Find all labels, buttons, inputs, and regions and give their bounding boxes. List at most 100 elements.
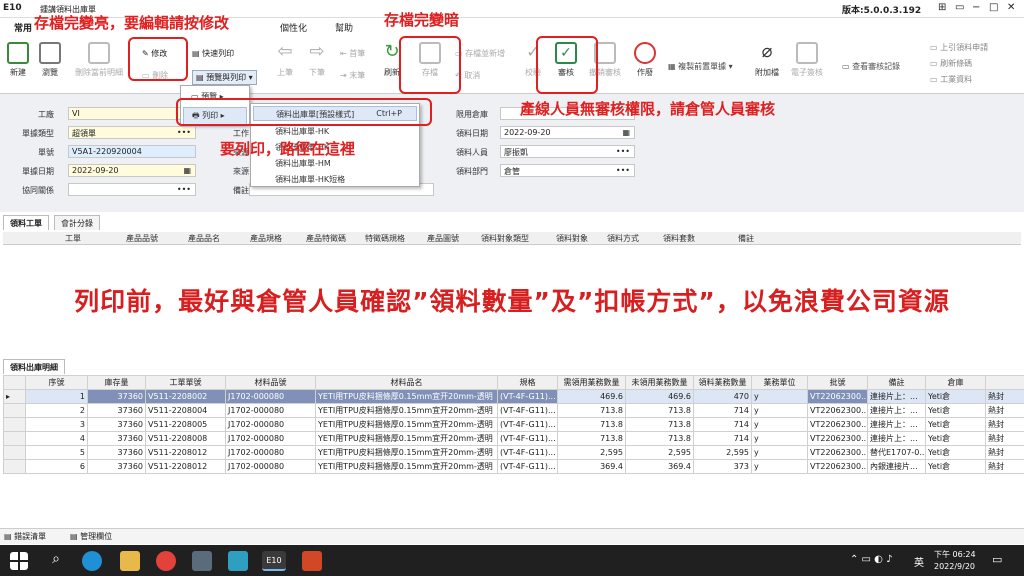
edge-icon[interactable] (82, 551, 102, 571)
table-cell[interactable]: VT22062300... (807, 445, 868, 460)
upper-request-button[interactable]: ▭ 上引領料申請 (930, 42, 988, 53)
table-cell[interactable]: YETI用TPU皮料捆條厚0.15mm宜开20mm-透明 (315, 417, 498, 432)
table-cell[interactable]: y (751, 389, 808, 404)
table-cell[interactable]: 469.6 (557, 389, 626, 404)
calculator-icon[interactable] (192, 551, 212, 571)
last-button[interactable]: ⇥ 末筆 (340, 70, 365, 81)
table-cell[interactable]: 714 (693, 403, 752, 418)
table-cell[interactable]: 713.8 (557, 417, 626, 432)
table-cell[interactable]: 714 (693, 431, 752, 446)
table-cell[interactable]: 熱封 (985, 389, 1024, 404)
col-header[interactable]: 備註 (867, 375, 926, 390)
table-cell[interactable]: 2 (25, 403, 88, 418)
table-row[interactable]: 3 37360 V511-2208005 J1702-000080 YETI用TPU皮料… (3, 417, 1024, 432)
table-cell[interactable]: 2,595 (557, 445, 626, 460)
first-button[interactable]: ⇤ 首筆 (340, 48, 365, 59)
tab-help[interactable]: 幫助 (335, 21, 353, 34)
table-cell[interactable]: J1702-000080 (225, 403, 316, 418)
dept-field[interactable]: 倉管 ••• (500, 164, 635, 177)
table-cell[interactable]: V511-2208012 (145, 459, 226, 474)
tray-icons[interactable]: ⌃ ▭ ◐ ♪ (850, 554, 892, 565)
col-header[interactable]: 序號 (25, 375, 88, 390)
col-header[interactable]: 材料品名 (315, 375, 498, 390)
table-cell[interactable]: VT22062300... (807, 403, 868, 418)
col-header[interactable]: 未領用業務數量 (625, 375, 694, 390)
table-cell[interactable]: 4 (25, 431, 88, 446)
table-cell[interactable]: J1702-000080 (225, 459, 316, 474)
row-indicator[interactable] (3, 403, 26, 418)
table-cell[interactable]: Yeti倉 (925, 389, 986, 404)
table-cell[interactable]: V511-2208008 (145, 431, 226, 446)
table-cell[interactable]: 熱封 (985, 417, 1024, 432)
table-cell[interactable]: VT22062300... (807, 431, 868, 446)
table-row[interactable]: 6 37360 V511-2208012 J1702-000080 YETI用TPU皮料… (3, 459, 1024, 474)
table-cell[interactable]: 470 (693, 389, 752, 404)
col-header[interactable]: 工單單號 (145, 375, 226, 390)
table-cell[interactable]: 373 (693, 459, 752, 474)
restore-icon[interactable]: ⊞ (938, 2, 946, 13)
table-cell[interactable]: 連接片上：... (867, 417, 926, 432)
table-cell[interactable]: 37360 (87, 389, 146, 404)
attachment-button[interactable]: ⌀ 附加檔 (752, 42, 782, 78)
docno-field[interactable]: V5A1-220920004 (68, 145, 196, 158)
table-cell[interactable]: VT22062300... (807, 417, 868, 432)
col-header[interactable]: 備註 (738, 233, 754, 244)
table-cell[interactable]: (VT-4F-G11)... (497, 417, 558, 432)
table-cell[interactable]: 6 (25, 459, 88, 474)
table-cell[interactable]: 713.8 (625, 403, 694, 418)
row-indicator[interactable] (3, 417, 26, 432)
lookup-icon[interactable]: ••• (177, 185, 191, 194)
new-button[interactable]: 新建 (5, 42, 31, 78)
table-cell[interactable]: (VT-4F-G11)... (497, 445, 558, 460)
minimize-icon[interactable]: − (972, 2, 980, 13)
table-cell[interactable]: 713.8 (625, 417, 694, 432)
table-cell[interactable]: YETI用TPU皮料捆條厚0.15mm宜开20mm-透明 (315, 445, 498, 460)
col-header[interactable]: 工單 (65, 233, 81, 244)
table-cell[interactable]: J1702-000080 (225, 417, 316, 432)
next-button[interactable]: ⇨ 下筆 (304, 42, 330, 78)
col-header[interactable]: 領料對象類型 (481, 233, 529, 244)
col-header[interactable]: 庫存量 (87, 375, 146, 390)
print-option-hm[interactable]: 領料出庫單-HM (275, 158, 331, 169)
folder-icon[interactable] (120, 551, 140, 571)
maximize-icon[interactable]: □ (989, 2, 998, 13)
browse-button[interactable]: 瀏覽 (37, 42, 63, 78)
table-cell[interactable]: 37360 (87, 431, 146, 446)
table-cell[interactable]: (VT-4F-G11)... (497, 459, 558, 474)
col-header[interactable]: 規格 (497, 375, 558, 390)
table-cell[interactable]: 37360 (87, 417, 146, 432)
save-and-new-button[interactable]: ▭ 存檔並新增 (455, 48, 505, 59)
col-header[interactable]: 領料套數 (663, 233, 695, 244)
table-cell[interactable]: 2,595 (693, 445, 752, 460)
table-row[interactable]: 4 37360 V511-2208008 J1702-000080 YETI用TPU皮料… (3, 431, 1024, 446)
col-header[interactable]: 材料品號 (225, 375, 316, 390)
table-cell[interactable]: 熱封 (985, 431, 1024, 446)
search-icon[interactable]: ⌕ (46, 551, 66, 571)
table-cell[interactable]: 3 (25, 417, 88, 432)
calendar-icon[interactable]: ▦ (183, 166, 191, 175)
row-indicator[interactable] (3, 445, 26, 460)
window-icon[interactable]: ▭ (955, 2, 964, 13)
table-row[interactable]: ▸ 1 37360 V511-2208002 J1702-000080 YETI用TPU皮… (3, 389, 1024, 404)
close-icon[interactable]: ✕ (1007, 2, 1015, 13)
table-cell[interactable]: y (751, 417, 808, 432)
table-cell[interactable]: y (751, 445, 808, 460)
table-cell[interactable]: 1 (25, 389, 88, 404)
table-cell[interactable]: YETI用TPU皮料捆條厚0.15mm宜开20mm-透明 (315, 459, 498, 474)
lookup-icon[interactable]: ••• (616, 166, 630, 175)
table-cell[interactable]: 2,595 (625, 445, 694, 460)
col-header[interactable]: 領料方式 (607, 233, 639, 244)
lookup-icon[interactable]: ••• (616, 147, 630, 156)
table-cell[interactable]: y (751, 431, 808, 446)
tab-admin-fields[interactable]: ▤ 管理欄位 (70, 531, 112, 542)
col-header[interactable]: 領料業務數量 (693, 375, 752, 390)
col-header-extra[interactable] (985, 375, 1024, 390)
col-header[interactable]: 領料對象 (556, 233, 588, 244)
col-header[interactable]: 業務單位 (751, 375, 808, 390)
prev-button[interactable]: ⇦ 上筆 (272, 42, 298, 78)
esign-button[interactable]: 電子簽核 (789, 42, 825, 78)
table-row[interactable]: 2 37360 V511-2208004 J1702-000080 YETI用TPU皮料… (3, 403, 1024, 418)
relation-field[interactable]: ••• (68, 183, 196, 196)
table-cell[interactable]: (VT-4F-G11)... (497, 431, 558, 446)
col-header[interactable]: 批號 (807, 375, 868, 390)
